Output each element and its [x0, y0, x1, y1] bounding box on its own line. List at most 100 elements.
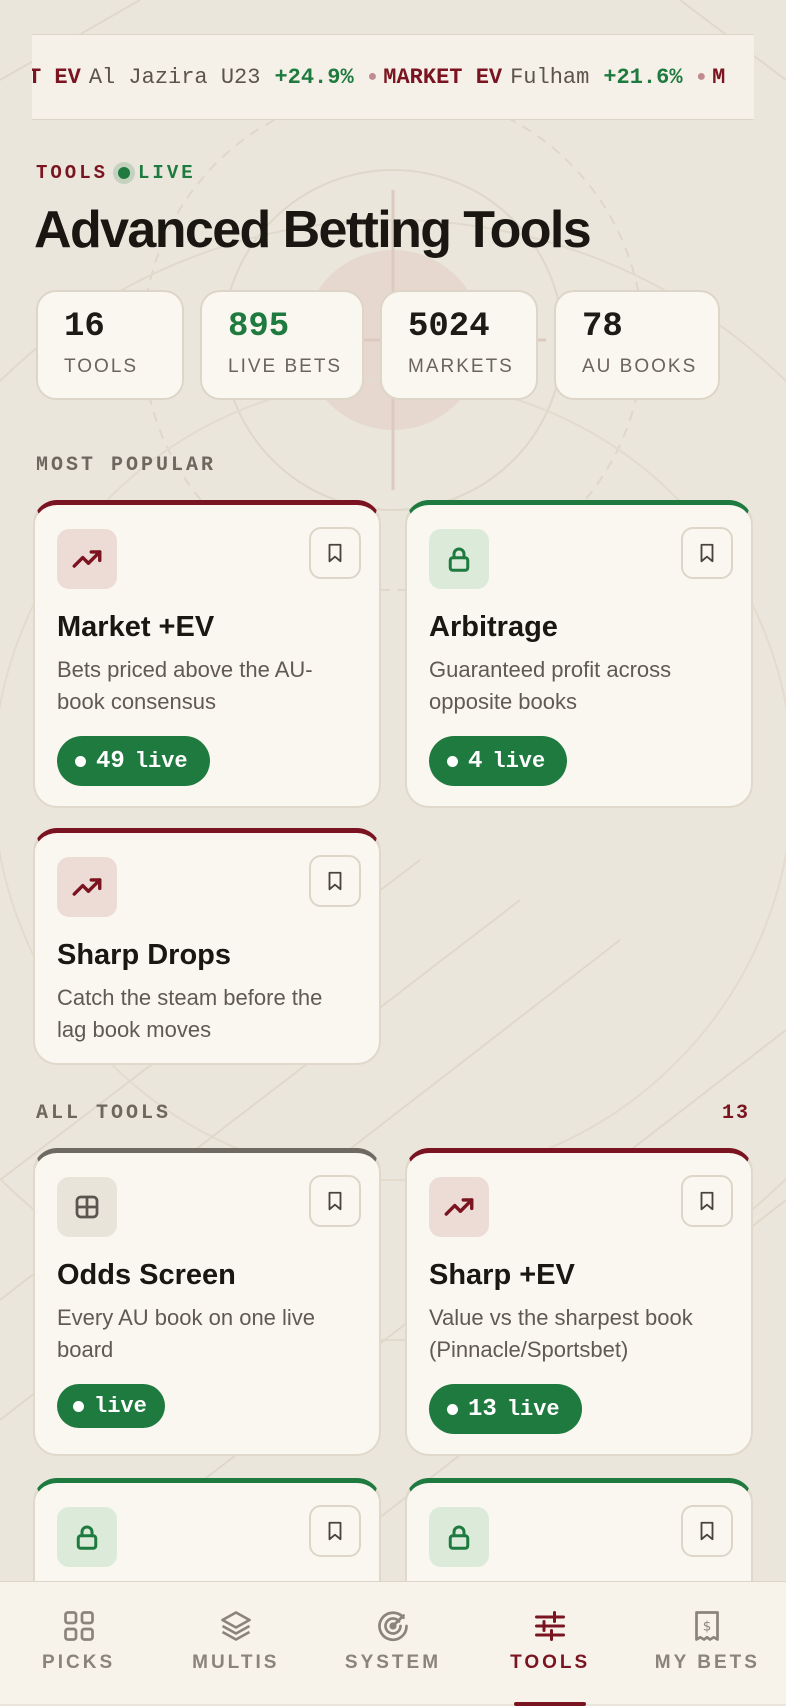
live-count-pill[interactable]: 4 live [429, 736, 568, 786]
tool-icon-box [57, 1507, 117, 1567]
stat-value: 78 [582, 308, 623, 346]
kicker-live: LIVE [138, 162, 196, 184]
tool-icon-box [429, 1507, 489, 1567]
tool-icon-box [429, 1177, 489, 1237]
stat-label: MARKETS [408, 356, 514, 377]
lock-icon [448, 547, 470, 572]
tool-icon-box [429, 529, 489, 589]
section-all-tools: ALL TOOLS [36, 1102, 172, 1125]
bottom-nav: PICKS MULTIS SYSTEM TOOLS $ MY BETS [0, 1581, 786, 1706]
page-title: Advanced Betting Tools [34, 201, 592, 259]
bookmark-icon [328, 1191, 342, 1211]
tool-description: Bets priced above the AU-book consensus [57, 657, 313, 714]
bookmark-button[interactable] [681, 527, 733, 579]
stat-value: 895 [228, 308, 290, 346]
live-text: live [506, 1396, 560, 1422]
nav-tools[interactable]: TOOLS [480, 1608, 620, 1706]
bookmark-button[interactable] [309, 1175, 361, 1227]
radar-icon [378, 1611, 408, 1642]
all-tools-count: 13 [721, 1102, 750, 1125]
nav-label: MY BETS [654, 1652, 760, 1673]
grid-icon [75, 1195, 99, 1219]
tool-title: Arbitrage [429, 611, 558, 643]
live-pill[interactable]: live [57, 1384, 165, 1428]
live-dot-icon [75, 755, 86, 767]
live-dot-icon [118, 167, 131, 179]
tool-description: Catch the steam before the lag book move… [57, 985, 323, 1042]
layers-icon [220, 1611, 251, 1641]
svg-text:$: $ [703, 1619, 712, 1635]
live-count-pill[interactable]: 13 live [429, 1384, 582, 1434]
stat-tools: 16 TOOLS [36, 290, 184, 400]
active-tab-indicator [514, 1702, 587, 1706]
stat-value: 16 [64, 308, 105, 346]
section-most-popular: MOST POPULAR [36, 454, 217, 477]
tool-description: Value vs the sharpest book (Pinnacle/Spo… [429, 1305, 693, 1362]
bookmark-button[interactable] [309, 527, 361, 579]
ticker-label: M [712, 64, 726, 90]
bookmark-button[interactable] [681, 1175, 733, 1227]
ticker-percent: +21.6% [603, 64, 683, 90]
nav-picks[interactable]: PICKS [9, 1608, 149, 1704]
live-dot-icon [447, 755, 458, 767]
bookmark-icon [700, 1521, 714, 1541]
ticker-team: Fulham [510, 64, 590, 90]
bookmark-icon [700, 543, 714, 563]
bookmark-icon [700, 1191, 714, 1211]
live-dot-icon [447, 1403, 458, 1415]
bookmark-icon [328, 1521, 342, 1541]
tool-card-arbitrage[interactable]: Arbitrage Guaranteed profit across oppos… [405, 500, 753, 808]
stat-live-bets: 895 LIVE BETS [200, 290, 364, 400]
kicker-tools: TOOLS [36, 162, 109, 184]
ticker-separator: ● [696, 68, 707, 86]
sliders-icon [535, 1611, 566, 1641]
nav-label: TOOLS [510, 1652, 591, 1673]
tool-icon-box [57, 1177, 117, 1237]
ev-ticker[interactable]: T EV Al Jazira U23 +24.9% ● MARKET EV Fu… [32, 34, 754, 120]
nav-label: PICKS [42, 1652, 116, 1673]
live-count: 4 [468, 747, 483, 775]
live-text: live [492, 748, 546, 774]
ticker-label: T EV [32, 64, 81, 90]
bookmark-icon [328, 543, 342, 563]
bookmark-button[interactable] [309, 855, 361, 907]
tool-icon-box [57, 857, 117, 917]
nav-multis[interactable]: MULTIS [166, 1608, 306, 1704]
stat-label: TOOLS [64, 356, 139, 377]
tool-title: Market +EV [57, 611, 215, 643]
lock-icon [76, 1525, 98, 1550]
tool-icon-box [57, 529, 117, 589]
live-count: 49 [96, 747, 125, 775]
stat-au-books: 78 AU BOOKS [554, 290, 720, 400]
nav-system[interactable]: SYSTEM [323, 1608, 463, 1704]
tool-description: Every AU book on one live board [57, 1305, 316, 1362]
live-text: live [134, 748, 188, 774]
nav-label: SYSTEM [344, 1652, 442, 1673]
ticker-label: MARKET EV [383, 64, 503, 90]
bookmark-button[interactable] [309, 1505, 361, 1557]
ticker-separator: ● [367, 68, 378, 86]
live-count: 13 [468, 1395, 497, 1423]
lock-icon [448, 1525, 470, 1550]
ticker-team: Al Jazira U23 [88, 64, 261, 90]
tool-title: Sharp Drops [57, 939, 232, 971]
page-kicker: TOOLS LIVE [36, 162, 196, 184]
grid-icon [63, 1611, 94, 1641]
tool-title: Odds Screen [57, 1259, 236, 1291]
live-dot-icon [73, 1400, 84, 1412]
tool-card-sharp-ev[interactable]: Sharp +EV Value vs the sharpest book (Pi… [405, 1148, 753, 1456]
tool-card-odds-screen[interactable]: Odds Screen Every AU book on one live bo… [33, 1148, 381, 1456]
nav-my-bets[interactable]: $ MY BETS [637, 1608, 777, 1704]
live-text: live [94, 1393, 147, 1419]
stat-value: 5024 [408, 308, 490, 346]
trending-up-icon [444, 1198, 474, 1216]
receipt-icon: $ [695, 1611, 720, 1641]
bookmark-button[interactable] [681, 1505, 733, 1557]
stat-label: AU BOOKS [582, 356, 698, 377]
tool-card-sharp-drops[interactable]: Sharp Drops Catch the steam before the l… [33, 828, 381, 1065]
tool-title: Sharp +EV [429, 1259, 575, 1291]
ticker-percent: +24.9% [274, 64, 354, 90]
nav-label: MULTIS [192, 1652, 280, 1673]
live-count-pill[interactable]: 49 live [57, 736, 210, 786]
tool-card-market-ev[interactable]: Market +EV Bets priced above the AU-book… [33, 500, 381, 808]
